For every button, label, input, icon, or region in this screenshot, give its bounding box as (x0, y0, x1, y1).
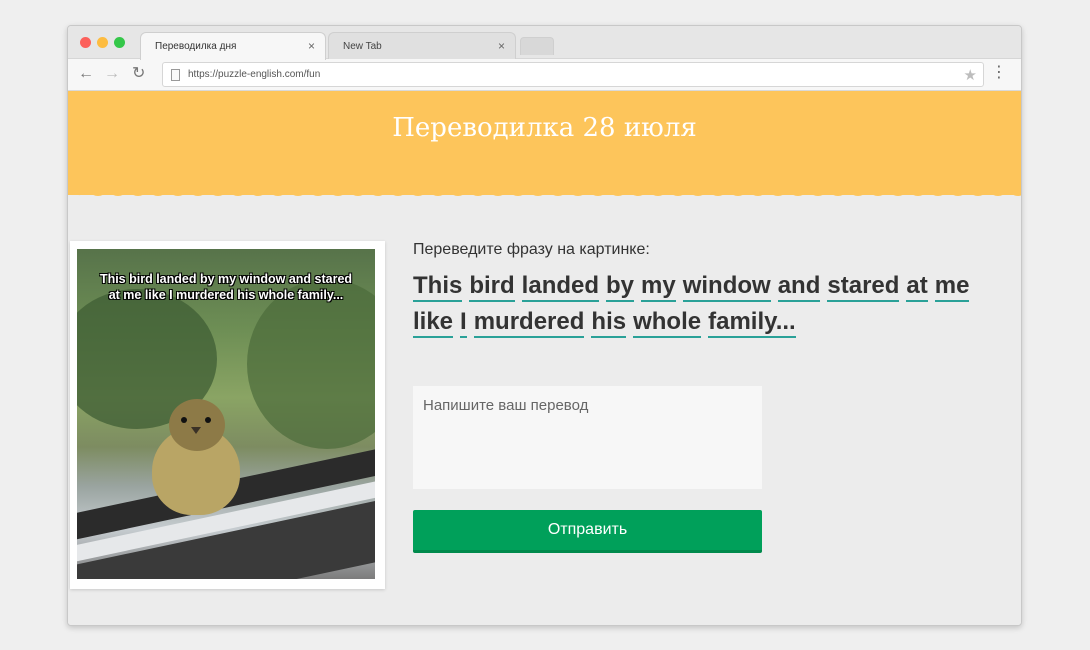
phrase-word[interactable]: window (682, 272, 771, 302)
phrase-word[interactable]: family... (708, 308, 796, 338)
phrase-word[interactable]: This (413, 272, 463, 302)
phrase-word[interactable]: by (606, 272, 635, 302)
bird-photo: This bird landed by my window and stared… (77, 249, 375, 579)
close-icon[interactable]: × (308, 39, 315, 53)
minimize-window-button[interactable] (97, 37, 108, 48)
arrow-right-icon[interactable]: → (104, 65, 120, 83)
page-content: Переводилка 28 июля This bird landed by … (68, 91, 1021, 625)
close-window-button[interactable] (80, 37, 91, 48)
arrow-left-icon[interactable]: ← (78, 65, 94, 83)
photo-card: This bird landed by my window and stared… (70, 241, 385, 589)
phrase-word[interactable]: murdered (473, 308, 585, 338)
phrase-word[interactable]: like (413, 308, 454, 338)
phrase-word[interactable]: landed (521, 272, 600, 302)
phrase-word[interactable]: me (934, 272, 970, 302)
close-icon[interactable]: × (498, 39, 505, 53)
browser-toolbar: ← → ↻ https://puzzle-english.com/fun ★ ⋮ (68, 59, 1021, 91)
address-bar[interactable]: https://puzzle-english.com/fun ★ (162, 62, 984, 87)
wavy-edge (68, 187, 1021, 196)
tab-strip: Переводилка дня × New Tab × (68, 26, 1021, 60)
tab-new-tab[interactable]: New Tab × (328, 32, 516, 60)
header-banner: Переводилка 28 июля (68, 91, 1021, 196)
photo-caption: This bird landed by my window and stared… (99, 272, 353, 302)
phrase-word[interactable]: stared (827, 272, 900, 302)
submit-button[interactable]: Отправить (413, 510, 762, 553)
phrase-word[interactable]: and (777, 272, 821, 302)
page-icon (171, 69, 180, 81)
tab-label: New Tab (343, 41, 382, 52)
phrase-to-translate: This bird landed by my window and stared at me lik… (413, 270, 1013, 342)
url-text[interactable]: https://puzzle-english.com/fun (188, 69, 320, 80)
reload-icon[interactable]: ↻ (132, 65, 145, 83)
tab-label: Переводилка дня (155, 41, 237, 52)
page-title: Переводилка 28 июля (392, 113, 697, 143)
maximize-window-button[interactable] (114, 37, 125, 48)
phrase-word[interactable]: bird (469, 272, 515, 302)
phrase-word[interactable]: at (906, 272, 928, 302)
phrase-word[interactable]: my (641, 272, 676, 302)
new-tab-button[interactable] (520, 37, 554, 55)
instruction-text: Переведите фразу на картинке: (413, 241, 650, 258)
translation-input[interactable] (413, 386, 762, 489)
tab-active[interactable]: Переводилка дня × (140, 32, 326, 60)
vertical-dots-icon[interactable]: ⋮ (991, 65, 1007, 81)
phrase-word[interactable]: I (460, 308, 467, 338)
browser-window: Переводилка дня × New Tab × ← → ↻ https:… (67, 25, 1022, 626)
phrase-word[interactable]: whole (633, 308, 702, 338)
star-icon[interactable]: ★ (964, 66, 977, 84)
phrase-word[interactable]: his (591, 308, 627, 338)
